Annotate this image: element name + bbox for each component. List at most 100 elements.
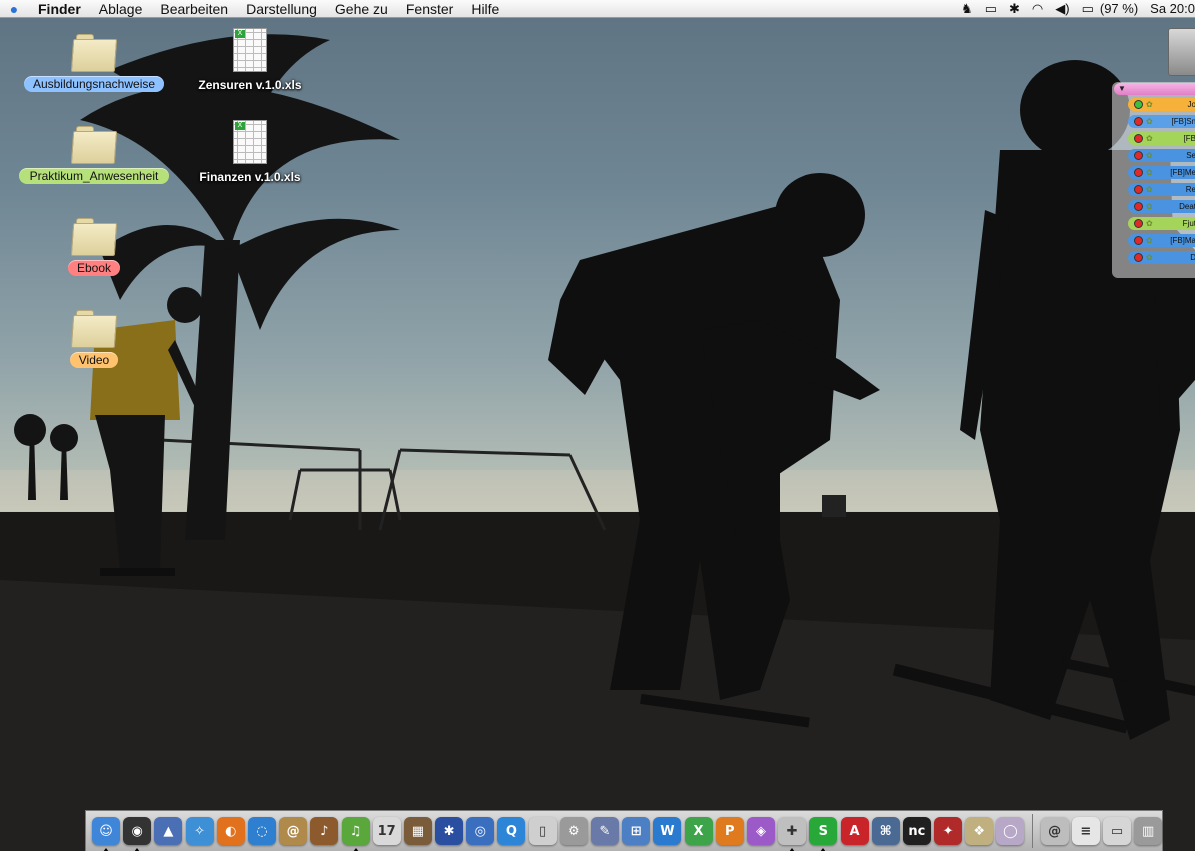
preview-glyph: ▲ [163, 823, 174, 839]
buddy-avatar-icon: ✿ [1146, 253, 1153, 262]
xcode-glyph: ⌘ [879, 823, 892, 839]
disc-icon[interactable]: ◯ [996, 817, 1025, 845]
buddy-name: [FB]Me [1170, 168, 1195, 177]
buddy-avatar-icon: ✿ [1146, 134, 1153, 143]
folder-ausbildungsnachweise[interactable]: Ausbildungsnachweise [14, 34, 174, 92]
buddy-row[interactable]: ✿ Deat [1128, 200, 1195, 213]
status-dot-icon [1134, 202, 1143, 211]
menu-darstellung[interactable]: Darstellung [237, 0, 326, 18]
file-label: Zensuren v.1.0.xls [198, 78, 302, 92]
script-editor-icon[interactable]: ✎ [591, 817, 619, 845]
acrobat-glyph: A [849, 823, 860, 839]
dvd-player-icon[interactable]: ◎ [466, 817, 495, 845]
collapse-arrow-icon[interactable]: ▼ [1118, 84, 1126, 93]
folder-label: Ausbildungsnachweise [23, 76, 165, 92]
quicktime-glyph: Q [505, 823, 517, 839]
menu-finder[interactable]: Finder [26, 0, 90, 18]
menu-clock[interactable]: Sa 20:0 [1146, 1, 1195, 16]
safari-icon[interactable]: ✧ [185, 817, 214, 845]
ical-glyph: 17 [377, 823, 396, 839]
skype-icon[interactable]: S [809, 817, 838, 851]
buddy-row[interactable]: ✿ [FB]Sn [1128, 115, 1195, 128]
quicktime-icon[interactable]: Q [497, 817, 526, 845]
disc-glyph: ◯ [1003, 823, 1018, 839]
folder-ebook[interactable]: Ebook [14, 218, 174, 276]
buddy-row[interactable]: ✿ [FB]Ma [1128, 234, 1195, 247]
acrobat-icon[interactable]: A [840, 817, 869, 845]
trash-icon[interactable]: ▥ [1134, 817, 1163, 845]
script-editor-glyph: ✎ [599, 823, 611, 839]
file-zensuren-xls[interactable]: X Zensuren v.1.0.xls [170, 28, 330, 92]
menu-bearbeiten[interactable]: Bearbeiten [151, 0, 237, 18]
system-preferences-icon[interactable]: ⚙ [559, 817, 588, 845]
buddy-name: Jo [1187, 100, 1195, 109]
file-finanzen-xls[interactable]: X Finanzen v.1.0.xls [170, 120, 330, 184]
messenger-icon[interactable]: ✚ [778, 817, 807, 851]
word-icon[interactable]: W [653, 817, 682, 845]
excel-icon[interactable]: X [684, 817, 713, 845]
status-dot-icon [1134, 236, 1143, 245]
downloads-icon[interactable]: @ [1040, 817, 1069, 845]
volume-icon[interactable]: ◀) [1049, 0, 1075, 18]
menu-hilfe[interactable]: Hilfe [462, 0, 508, 18]
status-dot-icon [1134, 117, 1143, 126]
imovie-icon[interactable]: ✱ [435, 817, 464, 845]
buddy-name: Re [1185, 185, 1195, 194]
document-icon[interactable]: ≡ [1071, 817, 1100, 845]
buddy-row[interactable]: ✿ [FB [1128, 132, 1195, 145]
itunes-glyph: ♫ [349, 823, 362, 839]
preview-icon[interactable]: ▲ [154, 817, 183, 845]
powerpoint-icon[interactable]: P [715, 817, 744, 845]
buddy-row[interactable]: ✿ D [1128, 251, 1195, 264]
xcode-icon[interactable]: ⌘ [871, 817, 900, 845]
firefox-icon[interactable]: ◐ [216, 817, 245, 845]
buddy-list-header[interactable]: ▼ [1114, 83, 1195, 95]
folder-icon [70, 126, 118, 164]
buddy-row[interactable]: ✿ [FB]Me [1128, 166, 1195, 179]
entourage-icon[interactable]: ◈ [746, 817, 775, 845]
system-preferences-glyph: ⚙ [567, 823, 580, 839]
battery-percent[interactable]: (97 %) [1100, 1, 1146, 16]
menu-fenster[interactable]: Fenster [397, 0, 462, 18]
folder-praktikum-anwesenheit[interactable]: Praktikum_Anwesenheit [14, 126, 174, 184]
buddy-avatar-icon: ✿ [1146, 151, 1153, 160]
iphoto-icon[interactable]: ▦ [403, 817, 432, 845]
adium-icon[interactable]: ✦ [934, 817, 963, 845]
menu-ablage[interactable]: Ablage [90, 0, 152, 18]
ipod-icon[interactable]: ▯ [528, 817, 557, 845]
ichat-icon[interactable]: ◌ [247, 817, 276, 845]
powerpoint-glyph: P [724, 823, 735, 839]
ical-icon[interactable]: 17 [372, 817, 401, 845]
garageband-icon[interactable]: ♪ [310, 817, 339, 845]
itunes-icon[interactable]: ♫ [341, 817, 370, 851]
nc-icon[interactable]: nc [902, 817, 931, 845]
safari-glyph: ✧ [194, 823, 206, 839]
address-book-icon[interactable]: @ [279, 817, 308, 845]
battery-icon[interactable]: ▭ [1076, 0, 1100, 18]
buddy-list-panel [1112, 82, 1195, 278]
firefox-glyph: ◐ [225, 823, 237, 839]
alien-menu-icon[interactable]: ♞ [955, 0, 979, 18]
buddy-row[interactable]: ✿ Re [1128, 183, 1195, 196]
stuffit-icon[interactable]: ❖ [965, 817, 994, 845]
network-icon[interactable]: ⊞ [622, 817, 651, 845]
apple-icon[interactable]: ● [2, 0, 26, 18]
network-glyph: ⊞ [630, 823, 642, 839]
dashboard-icon[interactable]: ◉ [123, 817, 152, 851]
folder-icon [70, 310, 118, 348]
hard-drive-icon[interactable] [1168, 28, 1195, 76]
menu-gehe-zu[interactable]: Gehe zu [326, 0, 397, 18]
wifi-icon[interactable]: ◠ [1026, 0, 1049, 18]
iphoto-glyph: ▦ [411, 823, 425, 839]
folder-video[interactable]: Video [14, 310, 174, 368]
buddy-row[interactable]: ✿ Jo [1128, 98, 1195, 111]
buddy-row[interactable]: ✿ Fjut [1128, 217, 1195, 230]
window-icon[interactable]: ▭ [1103, 817, 1131, 845]
buddy-name: [FB]Ma [1170, 236, 1195, 245]
folder-label: Praktikum_Anwesenheit [19, 168, 169, 184]
menu-bar: ● Finder Ablage Bearbeiten Darstellung G… [0, 0, 1195, 18]
display-icon[interactable]: ▭ [979, 0, 1003, 18]
buddy-row[interactable]: ✿ Se [1128, 149, 1195, 162]
bluetooth-icon[interactable]: ✱ [1003, 0, 1026, 18]
finder-icon[interactable]: ☺ [92, 817, 120, 851]
